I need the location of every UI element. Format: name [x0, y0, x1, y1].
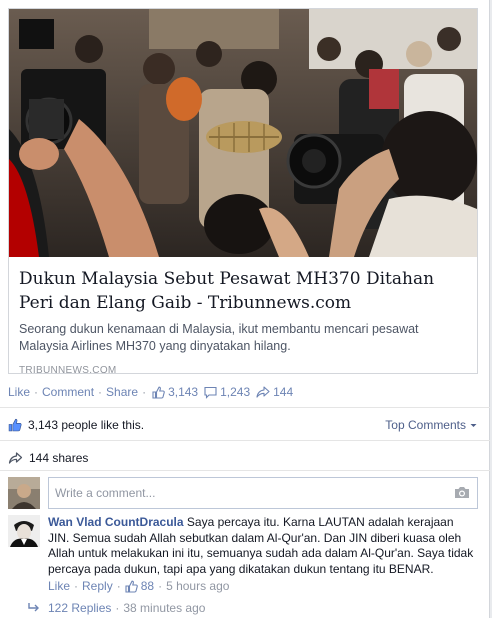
separator-dot: · — [115, 601, 120, 615]
comment-bubble-icon — [204, 386, 217, 399]
reply-arrow-icon — [28, 603, 39, 612]
separator-dot: · — [116, 579, 121, 593]
separator-dot: · — [74, 579, 79, 593]
article-photo[interactable] — [9, 9, 477, 257]
thumbs-up-icon — [125, 580, 138, 593]
view-replies-link[interactable]: 122 Replies — [48, 601, 111, 615]
share-link[interactable]: Share — [106, 385, 138, 399]
comment-meta: Like · Reply · 88 · 5 hours ago — [48, 579, 476, 595]
shares-row[interactable]: 144 shares — [8, 451, 88, 465]
comment-author[interactable]: Wan Vlad CountDracula — [48, 515, 184, 529]
comment-body: Wan Vlad CountDracula Saya percaya itu. … — [48, 515, 476, 595]
comment-like-count[interactable]: 88 — [125, 579, 154, 595]
comment-count-value: 1,243 — [220, 385, 251, 399]
like-count-value: 3,143 — [168, 385, 199, 399]
share-count[interactable]: 144 — [256, 385, 293, 399]
comment-item: Wan Vlad CountDracula Saya percaya itu. … — [8, 515, 478, 595]
photo-illustration — [9, 9, 477, 257]
share-arrow-icon — [8, 451, 23, 464]
thumbs-up-icon — [8, 418, 22, 432]
divider — [0, 470, 490, 471]
divider — [0, 407, 490, 408]
likes-summary[interactable]: 3,143 people like this. — [8, 418, 144, 432]
likes-row: 3,143 people like this. Top Comments — [8, 418, 478, 432]
comment-time[interactable]: 5 hours ago — [166, 579, 229, 595]
comment-reply-link[interactable]: Reply — [82, 579, 113, 595]
top-comments-label: Top Comments — [385, 418, 466, 432]
avatar-image — [8, 515, 40, 547]
separator-dot: · — [98, 385, 103, 399]
comment-input[interactable] — [48, 477, 478, 509]
avatar-image — [8, 477, 40, 509]
likes-text: 3,143 people like this. — [28, 418, 145, 432]
separator-dot: · — [158, 579, 163, 593]
top-comments-dropdown[interactable]: Top Comments — [385, 418, 478, 432]
article-headline[interactable]: Dukun Malaysia Sebut Pesawat MH370 Ditah… — [19, 267, 467, 315]
separator-dot: · — [34, 385, 39, 399]
avatar[interactable] — [8, 515, 40, 547]
replies-row: 122 Replies · 38 minutes ago — [28, 601, 205, 615]
separator-dot: · — [142, 385, 147, 399]
share-arrow-icon — [256, 385, 270, 398]
post-actions: Like · Comment · Share · 3,143 1,243 144 — [8, 385, 293, 399]
post-card: Dukun Malaysia Sebut Pesawat MH370 Ditah… — [0, 0, 490, 618]
avatar[interactable] — [8, 477, 40, 509]
link-text: Dukun Malaysia Sebut Pesawat MH370 Ditah… — [19, 267, 467, 376]
comment-like-link[interactable]: Like — [48, 579, 70, 595]
comment-link[interactable]: Comment — [42, 385, 94, 399]
share-count-value: 144 — [273, 385, 294, 399]
write-comment-row — [8, 477, 478, 509]
article-source: TRIBUNNEWS.COM — [19, 365, 117, 376]
link-preview[interactable]: Dukun Malaysia Sebut Pesawat MH370 Ditah… — [8, 8, 478, 376]
divider — [0, 440, 490, 441]
replies-time: 38 minutes ago — [123, 601, 206, 615]
camera-icon[interactable] — [454, 486, 470, 499]
thumbs-up-icon — [152, 386, 165, 399]
chevron-down-icon — [470, 423, 477, 427]
comment-like-count-value: 88 — [140, 579, 155, 593]
like-count[interactable]: 3,143 — [152, 385, 198, 399]
comment-count[interactable]: 1,243 — [204, 385, 250, 399]
shares-text: 144 shares — [29, 451, 89, 465]
like-link[interactable]: Like — [8, 385, 30, 399]
article-summary: Seorang dukun kenamaan di Malaysia, ikut… — [19, 322, 419, 353]
